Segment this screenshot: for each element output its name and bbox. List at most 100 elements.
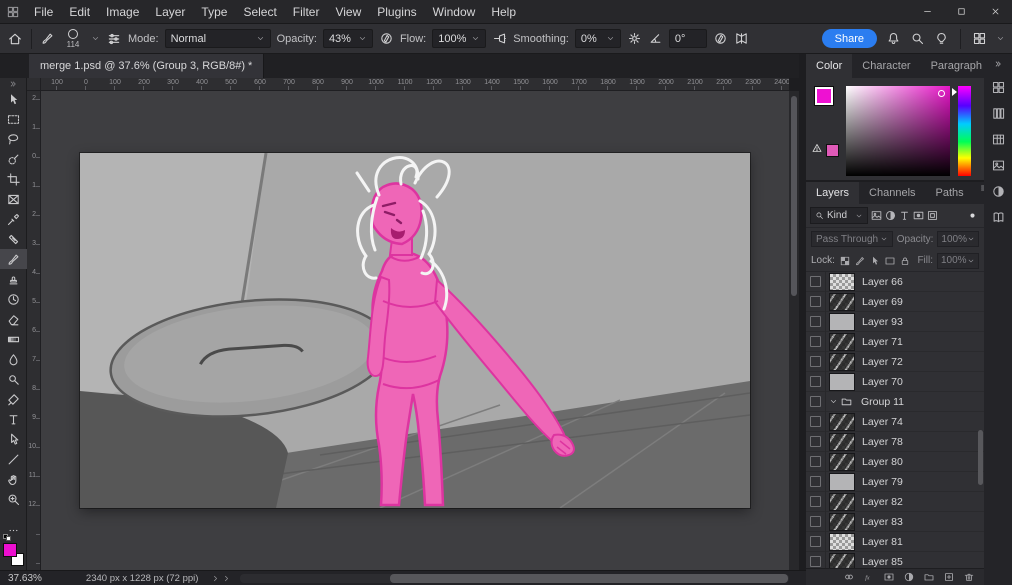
menu-filter[interactable]: Filter [285, 0, 328, 24]
layer-thumbnail[interactable] [830, 274, 854, 290]
tool-hand[interactable] [0, 469, 27, 489]
tool-crop[interactable] [0, 169, 27, 189]
layer-row[interactable]: Layer 80 [806, 452, 984, 472]
lock-checker-icon[interactable] [839, 255, 851, 267]
menu-file[interactable]: File [26, 0, 61, 24]
discover-bulb-icon[interactable] [934, 31, 949, 46]
tool-dodge[interactable] [0, 369, 27, 389]
tool-path-selection[interactable] [0, 429, 27, 449]
layer-row[interactable]: Layer 83 [806, 512, 984, 532]
filter-toggle-icon[interactable] [967, 210, 978, 221]
angle-field[interactable]: 0° [669, 29, 707, 48]
layer-row[interactable]: Layer 70 [806, 372, 984, 392]
layer-blend-mode-select[interactable]: Pass Through [811, 231, 893, 247]
layer-name[interactable]: Layer 70 [862, 376, 903, 388]
menu-plugins[interactable]: Plugins [369, 0, 424, 24]
tool-eraser[interactable] [0, 309, 27, 329]
group-expand-chevron-icon[interactable] [829, 397, 838, 406]
chevron-down-icon[interactable] [91, 34, 100, 43]
color-tab-paragraph[interactable]: Paragraph [921, 54, 992, 78]
flow-select[interactable]: 100% [432, 29, 486, 48]
layers-footer-mask-icon[interactable] [883, 571, 895, 583]
closest-web-color-swatch[interactable] [826, 144, 839, 157]
layer-visibility-toggle[interactable] [810, 536, 821, 547]
minimize-button[interactable] [910, 0, 944, 24]
maximize-button[interactable] [944, 0, 978, 24]
layer-opacity-select[interactable]: 100% [937, 231, 979, 247]
chevron-down-icon[interactable] [996, 34, 1005, 43]
menu-edit[interactable]: Edit [61, 0, 98, 24]
layers-footer-contrast-icon[interactable] [903, 571, 915, 583]
layer-row[interactable]: Layer 82 [806, 492, 984, 512]
layer-fill-select[interactable]: 100% [937, 253, 979, 269]
layer-thumbnail[interactable] [830, 494, 854, 510]
color-picker-ring[interactable] [938, 90, 945, 97]
color-tab-color[interactable]: Color [806, 54, 852, 78]
panel-image-icon[interactable] [991, 158, 1006, 173]
layer-row[interactable]: Layer 71 [806, 332, 984, 352]
layer-name[interactable]: Layer 72 [862, 356, 903, 368]
layer-thumbnail[interactable] [830, 414, 854, 430]
workspace-icon[interactable] [972, 31, 987, 46]
layer-visibility-toggle[interactable] [810, 296, 821, 307]
layer-thumbnail[interactable] [830, 354, 854, 370]
layer-thumbnail[interactable] [830, 334, 854, 350]
menu-layer[interactable]: Layer [147, 0, 193, 24]
close-button[interactable] [978, 0, 1012, 24]
tool-line[interactable] [0, 449, 27, 469]
vertical-scrollbar-thumb[interactable] [791, 96, 797, 296]
filter-type-icon[interactable] [898, 209, 911, 222]
layer-visibility-toggle[interactable] [810, 476, 821, 487]
filter-smart-icon[interactable] [926, 209, 939, 222]
menu-image[interactable]: Image [98, 0, 147, 24]
status-expand[interactable] [211, 574, 231, 583]
panel-table-icon[interactable] [991, 132, 1006, 147]
layers-footer-new-icon[interactable] [943, 571, 955, 583]
foreground-background-colors[interactable] [3, 540, 24, 566]
brush-preset-picker[interactable]: 114 [61, 29, 85, 49]
layer-name[interactable]: Group 11 [861, 396, 904, 408]
filter-mask-icon[interactable] [912, 209, 925, 222]
tool-clone-stamp[interactable] [0, 269, 27, 289]
pressure-opacity-icon[interactable] [379, 31, 394, 46]
tool-move[interactable] [0, 89, 27, 109]
layer-name[interactable]: Layer 80 [862, 456, 903, 468]
zoom-level[interactable]: 37.63% [8, 573, 42, 584]
tool-frame[interactable] [0, 189, 27, 209]
layers-scrollbar-thumb[interactable] [978, 430, 983, 485]
home-icon[interactable] [7, 31, 23, 47]
lock-lock-icon[interactable] [899, 255, 911, 267]
layer-visibility-toggle[interactable] [810, 416, 821, 427]
panel-contrast-icon[interactable] [991, 184, 1006, 199]
color-tab-character[interactable]: Character [852, 54, 920, 78]
layer-row[interactable]: Layer 85 [806, 552, 984, 568]
tool-lasso[interactable] [0, 129, 27, 149]
layer-thumbnail[interactable] [830, 534, 854, 550]
default-colors-icon[interactable] [3, 534, 12, 541]
tool-zoom[interactable] [0, 489, 27, 509]
layer-thumbnail[interactable] [830, 514, 854, 530]
brush-tool-icon[interactable] [40, 31, 55, 46]
layer-visibility-toggle[interactable] [810, 456, 821, 467]
tool-quick-selection[interactable] [0, 149, 27, 169]
layer-name[interactable]: Layer 69 [862, 296, 903, 308]
layer-row[interactable]: Layer 78 [806, 432, 984, 452]
layer-thumbnail[interactable] [830, 434, 854, 450]
foreground-color-swatch[interactable] [3, 543, 17, 557]
search-icon[interactable] [910, 31, 925, 46]
layer-row[interactable]: Layer 81 [806, 532, 984, 552]
layer-row[interactable]: Layer 69 [806, 292, 984, 312]
layers-footer-folder-icon[interactable] [923, 571, 935, 583]
menu-help[interactable]: Help [483, 0, 524, 24]
layer-visibility-toggle[interactable] [810, 356, 821, 367]
lock-brush-icon[interactable] [854, 255, 866, 267]
layer-name[interactable]: Layer 83 [862, 516, 903, 528]
lock-move-icon[interactable] [869, 255, 881, 267]
collapse-panels-icon[interactable] [993, 59, 1003, 69]
layer-row[interactable]: Layer 72 [806, 352, 984, 372]
layer-name[interactable]: Layer 82 [862, 496, 903, 508]
brush-settings-toggle-icon[interactable] [106, 31, 122, 47]
notifications-bell-icon[interactable] [886, 31, 901, 46]
layer-visibility-toggle[interactable] [810, 516, 821, 527]
menu-type[interactable]: Type [193, 0, 235, 24]
